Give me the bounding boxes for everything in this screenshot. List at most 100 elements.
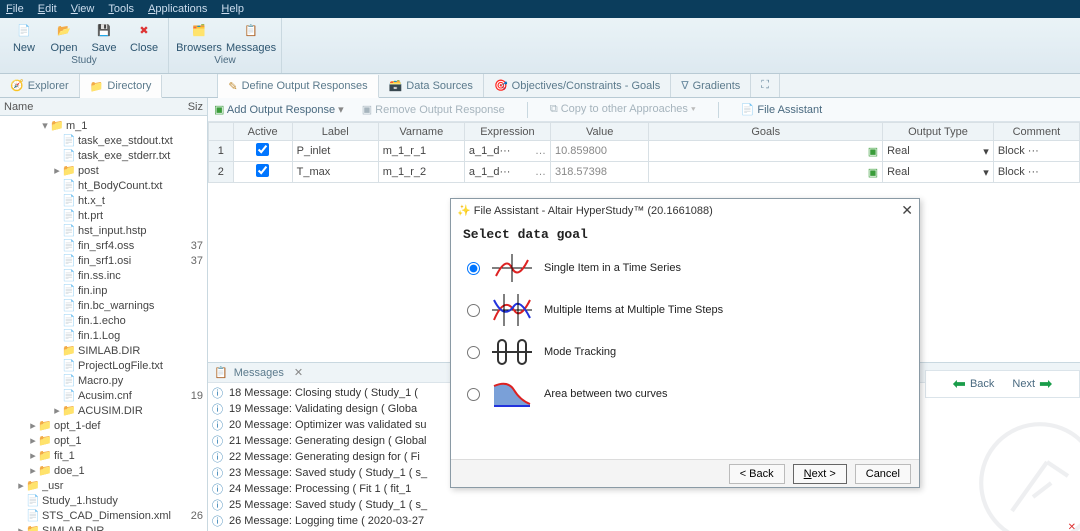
dialog-next-button[interactable]: Next > [793, 464, 847, 484]
tree-item[interactable]: 📄fin_srf4.oss37 [0, 238, 207, 253]
expression-cell[interactable]: a_1_d··· … [464, 141, 550, 162]
goal-option-multi[interactable]: Multiple Items at Multiple Time Steps [463, 292, 907, 328]
goal-radio[interactable] [467, 346, 480, 359]
nav-back-button[interactable]: ⬅ Back [953, 374, 995, 394]
tree-item[interactable]: ▸📁fit_1 [0, 448, 207, 463]
goal-radio[interactable] [467, 262, 480, 275]
tree-item[interactable]: 📄fin.inp [0, 283, 207, 298]
column-header[interactable]: Goals [649, 123, 883, 141]
dropdown-icon[interactable]: ▾ [338, 104, 344, 116]
tab-explorer[interactable]: 🧭 Explorer [0, 74, 80, 97]
dialog-cancel-button[interactable]: Cancel [855, 464, 911, 484]
row-number[interactable]: 1 [209, 141, 234, 162]
goals-add-icon[interactable]: ▣ [868, 146, 878, 158]
menu-file[interactable]: File [6, 3, 24, 15]
label-cell[interactable]: P_inlet [292, 141, 378, 162]
tree-item[interactable]: 📄fin.1.Log [0, 328, 207, 343]
goal-radio[interactable] [467, 304, 480, 317]
tree-item[interactable]: 📄fin.ss.inc [0, 268, 207, 283]
tree-item[interactable]: 📄ht_BodyCount.txt [0, 178, 207, 193]
active-cell[interactable] [233, 141, 292, 162]
tree-twisty-icon[interactable]: ▸ [52, 404, 62, 417]
file-assistant-button[interactable]: 📄 File Assistant [741, 103, 823, 116]
message-line[interactable]: ⓘ25 Message: Saved study ( Study_1 ( s_ [212, 497, 1076, 513]
comment-cell[interactable]: Block ··· [993, 141, 1079, 162]
tab-expand[interactable]: ⛶ [751, 74, 780, 97]
nav-next-button[interactable]: Next ➡ [1012, 374, 1052, 394]
dialog-back-button[interactable]: < Back [729, 464, 785, 484]
tree-twisty-icon[interactable]: ▸ [52, 164, 62, 177]
menu-view[interactable]: View [71, 3, 95, 15]
tree-twisty-icon[interactable]: ▸ [28, 464, 38, 477]
browsers-button[interactable]: 🗂️ Browsers [175, 20, 223, 54]
tree-item[interactable]: 📄fin.bc_warnings [0, 298, 207, 313]
save-button[interactable]: 💾 Save [86, 20, 122, 54]
table-row[interactable]: 2T_maxm_1_r_2a_1_d··· …318.57398▣Real ▾B… [209, 162, 1080, 183]
goal-radio[interactable] [467, 388, 480, 401]
menu-edit[interactable]: Edit [38, 3, 57, 15]
table-row[interactable]: 1 P_inletm_1_r_1a_1_d··· …10.859800 ▣ Real … [209, 141, 1080, 162]
message-line[interactable]: ⓘ26 Message: Logging time ( 2020-03-27 [212, 513, 1076, 529]
file-tree[interactable]: ▾📁m_1📄task_exe_stdout.txt📄task_exe_stder… [0, 116, 207, 531]
tree-item[interactable]: 📄fin_srf1.osi37 [0, 253, 207, 268]
menu-tools[interactable]: Tools [108, 3, 134, 15]
tree-twisty-icon[interactable]: ▸ [16, 524, 26, 531]
tree-item[interactable]: 📄ht.x_t [0, 193, 207, 208]
close-button[interactable]: ✖ Close [126, 20, 162, 54]
tree-item[interactable]: ▾📁m_1 [0, 118, 207, 133]
tree-item[interactable]: ▸📁opt_1-def [0, 418, 207, 433]
sidebar-header-size[interactable]: Siz [188, 101, 203, 113]
tree-twisty-icon[interactable]: ▸ [28, 419, 38, 432]
tree-item[interactable]: ▸📁opt_1 [0, 433, 207, 448]
column-header[interactable]: Value [550, 123, 648, 141]
tree-twisty-icon[interactable]: ▸ [16, 479, 26, 492]
messages-button[interactable]: 📋 Messages [227, 20, 275, 54]
tree-item[interactable]: 📄Macro.py [0, 373, 207, 388]
output-type-cell[interactable]: Real ▾ [883, 141, 994, 162]
tree-twisty-icon[interactable]: ▸ [28, 449, 38, 462]
tree-item[interactable]: 📄task_exe_stderr.txt [0, 148, 207, 163]
active-cell[interactable] [233, 162, 292, 183]
varname-cell[interactable]: m_1_r_2 [378, 162, 464, 183]
tab-objectives[interactable]: 🎯 Objectives/Constraints - Goals [484, 74, 671, 97]
panel-close-icon[interactable]: ✕ [1068, 522, 1076, 531]
column-header[interactable] [209, 123, 234, 141]
tab-directory[interactable]: 📁 Directory [80, 75, 163, 98]
value-cell[interactable]: 318.57398 [550, 162, 648, 183]
tree-twisty-icon[interactable]: ▾ [40, 119, 50, 132]
column-header[interactable]: Expression [464, 123, 550, 141]
tree-item[interactable]: 📄Acusim.cnf19 [0, 388, 207, 403]
column-header[interactable]: Label [292, 123, 378, 141]
dialog-close-icon[interactable]: ✕ [901, 202, 913, 219]
label-cell[interactable]: T_max [292, 162, 378, 183]
tab-gradients[interactable]: ∇ Gradients [671, 74, 751, 97]
tree-item[interactable]: 📄STS_CAD_Dimension.xml26 [0, 508, 207, 523]
value-cell[interactable]: 10.859800 [550, 141, 648, 162]
goal-option-single[interactable]: Single Item in a Time Series [463, 250, 907, 286]
column-header[interactable]: Varname [378, 123, 464, 141]
tab-define-output[interactable]: ✎ Define Output Responses [218, 75, 378, 98]
new-button[interactable]: 📄 New [6, 20, 42, 54]
tree-twisty-icon[interactable]: ▸ [28, 434, 38, 447]
add-output-button[interactable]: ▣ Add Output Response ▾ [214, 103, 344, 116]
expression-cell[interactable]: a_1_d··· … [464, 162, 550, 183]
goals-cell[interactable]: ▣ [649, 162, 883, 183]
tree-item[interactable]: ▸📁SIMLAB.DIR [0, 523, 207, 531]
tree-item[interactable]: 📁SIMLAB.DIR [0, 343, 207, 358]
column-header[interactable]: Output Type [883, 123, 994, 141]
varname-cell[interactable]: m_1_r_1 [378, 141, 464, 162]
tree-item[interactable]: 📄fin.1.echo [0, 313, 207, 328]
column-header[interactable]: Comment [993, 123, 1079, 141]
tree-item[interactable]: 📄hst_input.hstp [0, 223, 207, 238]
active-checkbox[interactable] [256, 164, 269, 177]
output-responses-table[interactable]: ActiveLabelVarnameExpressionValueGoalsOu… [208, 122, 1080, 183]
tree-item[interactable]: 📄ht.prt [0, 208, 207, 223]
tree-item[interactable]: ▸📁doe_1 [0, 463, 207, 478]
output-type-cell[interactable]: Real ▾ [883, 162, 994, 183]
open-button[interactable]: 📂 Open [46, 20, 82, 54]
messages-close-icon[interactable]: ✕ [294, 366, 303, 379]
row-number[interactable]: 2 [209, 162, 234, 183]
goals-add-icon[interactable]: ▣ [868, 167, 878, 179]
menu-applications[interactable]: Applications [148, 3, 207, 15]
menu-help[interactable]: Help [221, 3, 244, 15]
